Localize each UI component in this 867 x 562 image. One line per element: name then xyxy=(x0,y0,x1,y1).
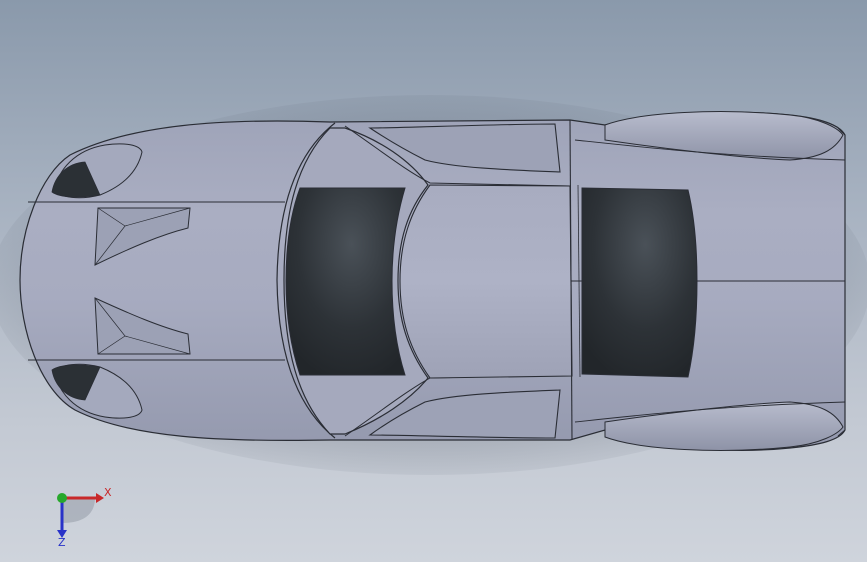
z-axis-label: Z xyxy=(58,536,66,548)
graphics-viewport[interactable]: X Z xyxy=(0,0,867,562)
x-axis-label: X xyxy=(104,486,112,499)
reference-triad[interactable]: X Z xyxy=(40,478,120,548)
x-axis-head xyxy=(96,493,104,503)
car-model[interactable] xyxy=(0,0,867,562)
rear-glass[interactable] xyxy=(581,187,698,378)
triad-shadow xyxy=(62,498,95,523)
windshield-glass[interactable] xyxy=(285,187,406,376)
roof-panel[interactable] xyxy=(399,184,573,379)
y-axis-dot xyxy=(57,493,67,503)
